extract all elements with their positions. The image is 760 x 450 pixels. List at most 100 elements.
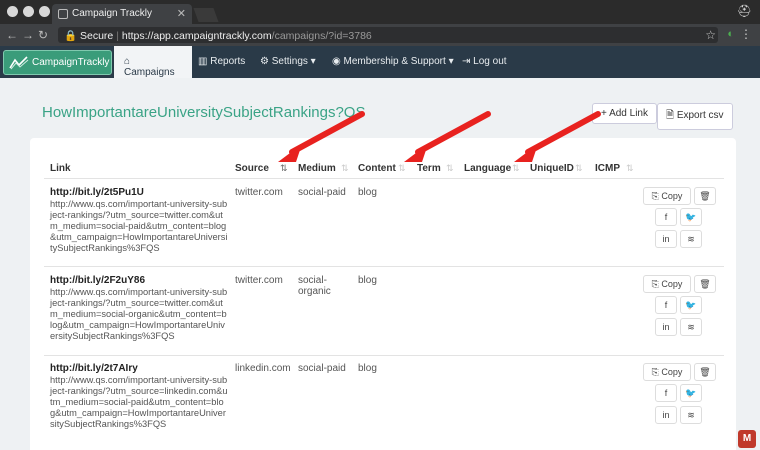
- copy-label: Copy: [661, 367, 683, 377]
- column-header-source[interactable]: Source: [235, 163, 269, 174]
- forward-icon[interactable]: →: [22, 28, 34, 42]
- browser-tab-title: Campaign Trackly: [72, 8, 153, 19]
- share-twitter-button[interactable]: 🐦: [680, 296, 702, 314]
- user-circle-icon: ◉: [332, 56, 341, 67]
- browser-menu-icon[interactable]: ⋮: [740, 27, 752, 41]
- app-navbar: CampaignTrackly ⌂ Campaigns ▥ Reports ⚙ …: [0, 46, 760, 78]
- annotation-arrow-language: [514, 111, 601, 162]
- share-linkedin-button[interactable]: in: [655, 406, 677, 424]
- bar-chart-icon: ▥: [198, 56, 208, 67]
- share-facebook-button[interactable]: f: [655, 208, 677, 226]
- medium-cell: social-paid: [298, 363, 346, 374]
- copy-button[interactable]: ⎘ Copy: [643, 363, 691, 381]
- facebook-icon: f: [664, 300, 668, 310]
- twitter-icon: 🐦: [685, 212, 697, 222]
- table-row-link: http://bit.ly/2t7AIry http://www.qs.com/…: [50, 363, 228, 430]
- nav-campaigns-label: Campaigns: [124, 67, 175, 78]
- lock-icon: 🔒: [64, 30, 78, 42]
- browser-tab[interactable]: Campaign Trackly ✕: [52, 4, 192, 24]
- share-twitter-button[interactable]: 🐦: [680, 384, 702, 402]
- gears-icon: ⚙: [260, 56, 269, 67]
- long-url: http://www.qs.com/important-university-s…: [50, 287, 228, 341]
- window-minimize-dot[interactable]: [23, 6, 34, 17]
- reload-icon[interactable]: ↻: [38, 28, 48, 42]
- medium-cell: social-organic: [298, 275, 331, 297]
- table-row-link: http://bit.ly/2F2uY86 http://www.qs.com/…: [50, 275, 228, 342]
- short-link[interactable]: http://bit.ly/2t5Pu1U: [50, 187, 228, 198]
- share-linkedin-button[interactable]: in: [655, 230, 677, 248]
- nav-membership-label: Membership & Support ▾: [343, 56, 454, 67]
- logo-mark-icon: [9, 56, 29, 70]
- url-path: /campaigns/?id=3786: [271, 30, 372, 42]
- linkedin-icon: in: [662, 322, 670, 332]
- table-header-divider: [44, 178, 724, 179]
- content-cell: blog: [358, 363, 377, 374]
- copy-button[interactable]: ⎘ Copy: [643, 187, 691, 205]
- nav-logout[interactable]: ⇥ Log out: [462, 46, 507, 78]
- nav-membership-support[interactable]: ◉ Membership & Support ▾: [332, 46, 454, 78]
- extension-icon[interactable]: ◐: [727, 28, 734, 40]
- table-row-link: http://bit.ly/2t5Pu1U http://www.qs.com/…: [50, 187, 228, 254]
- copy-button[interactable]: ⎘ Copy: [643, 275, 691, 293]
- window-close-dot[interactable]: [7, 6, 18, 17]
- buffer-icon: ≋: [687, 410, 695, 420]
- delete-button[interactable]: 🗑: [694, 275, 716, 293]
- twitter-icon: 🐦: [685, 300, 697, 310]
- facebook-icon: f: [664, 388, 668, 398]
- short-link[interactable]: http://bit.ly/2F2uY86: [50, 275, 228, 286]
- sort-icon[interactable]: ⇅: [626, 163, 634, 174]
- medium-cell: social-paid: [298, 187, 346, 198]
- new-tab-button[interactable]: [193, 8, 219, 22]
- nav-logout-label: Log out: [473, 56, 507, 67]
- long-url: http://www.qs.com/important-university-s…: [50, 375, 228, 429]
- export-csv-label: Export csv: [676, 110, 724, 121]
- source-cell: linkedin.com: [235, 363, 291, 374]
- content-cell: blog: [358, 275, 377, 286]
- long-url: http://www.qs.com/important-university-s…: [50, 199, 228, 253]
- home-icon: ⌂: [124, 56, 131, 67]
- secure-label: Secure: [80, 30, 114, 42]
- source-cell: twitter.com: [235, 187, 283, 198]
- bookmark-star-icon[interactable]: ☆: [705, 28, 716, 42]
- delete-button[interactable]: 🗑: [694, 363, 716, 381]
- logo[interactable]: CampaignTrackly: [3, 50, 112, 75]
- delete-button[interactable]: 🗑: [694, 187, 716, 205]
- share-facebook-button[interactable]: f: [655, 296, 677, 314]
- short-link[interactable]: http://bit.ly/2t7AIry: [50, 363, 228, 374]
- buffer-icon: ≋: [687, 234, 695, 244]
- security-shield-icon: M: [738, 430, 756, 448]
- export-csv-button[interactable]: 🗎 Export csv: [657, 103, 733, 130]
- nav-reports-label: Reports: [210, 56, 246, 67]
- window-zoom-dot[interactable]: [39, 6, 50, 17]
- url-host: https://app.campaigntrackly.com: [121, 30, 272, 42]
- nav-campaigns[interactable]: ⌂ Campaigns: [114, 46, 192, 78]
- nav-settings-label: Settings ▾: [271, 56, 316, 67]
- incognito-icon: ⛑: [736, 4, 752, 18]
- share-linkedin-button[interactable]: in: [655, 318, 677, 336]
- share-twitter-button[interactable]: 🐦: [680, 208, 702, 226]
- buffer-button[interactable]: ≋: [680, 406, 702, 424]
- column-header-link[interactable]: Link: [50, 163, 71, 174]
- buffer-button[interactable]: ≋: [680, 318, 702, 336]
- tab-close-icon[interactable]: ✕: [177, 7, 186, 20]
- trash-icon: 🗑: [699, 191, 711, 201]
- row-divider: [44, 355, 724, 356]
- annotation-arrow-content: [404, 111, 491, 162]
- nav-reports[interactable]: ▥ Reports: [198, 46, 245, 78]
- share-facebook-button[interactable]: f: [655, 384, 677, 402]
- address-bar[interactable]: 🔒 Secure | https://app.campaigntrackly.c…: [58, 27, 718, 43]
- copy-icon: ⎘: [651, 191, 659, 201]
- twitter-icon: 🐦: [685, 388, 697, 398]
- copy-icon: ⎘: [651, 279, 659, 289]
- buffer-button[interactable]: ≋: [680, 230, 702, 248]
- linkedin-icon: in: [662, 234, 670, 244]
- browser-tab-strip: Campaign Trackly ✕ ⛑: [0, 0, 760, 24]
- back-icon[interactable]: ←: [6, 28, 18, 42]
- annotation-arrow-source: [278, 111, 365, 162]
- nav-settings[interactable]: ⚙ Settings ▾: [260, 46, 316, 78]
- copy-icon: ⎘: [651, 367, 659, 377]
- facebook-icon: f: [664, 212, 668, 222]
- content-cell: blog: [358, 187, 377, 198]
- favicon-icon: [58, 9, 68, 19]
- buffer-icon: ≋: [687, 322, 695, 332]
